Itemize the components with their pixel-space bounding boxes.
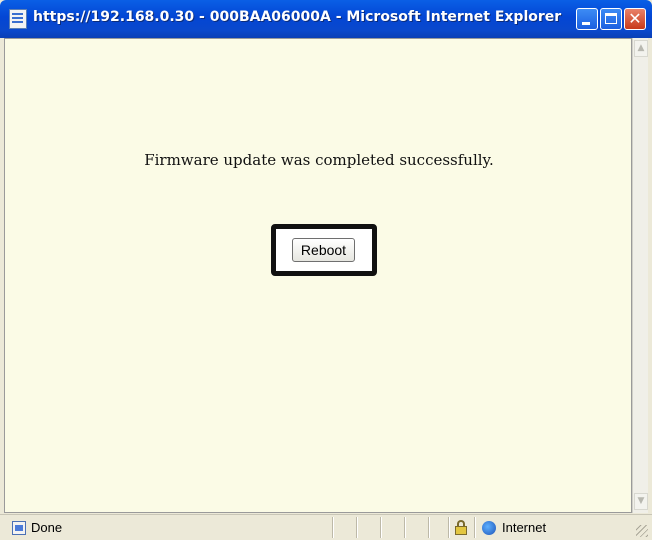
page-content: Firmware update was completed successful…: [4, 38, 632, 513]
status-divider: [332, 517, 333, 538]
security-zone-text: Internet: [502, 520, 547, 535]
status-divider: [474, 517, 475, 538]
status-divider: [428, 517, 429, 538]
close-button[interactable]: ✕: [624, 8, 646, 30]
browser-window: https://192.168.0.30 - 000BAA06000A - Mi…: [0, 0, 652, 540]
page-done-icon: [12, 521, 26, 535]
vertical-scrollbar[interactable]: ▲ ▼: [632, 38, 648, 513]
maximize-button[interactable]: [600, 8, 622, 30]
status-text: Done: [31, 520, 63, 535]
reboot-button[interactable]: Reboot: [292, 238, 355, 262]
ie-page-icon: [9, 9, 27, 29]
status-divider: [356, 517, 357, 538]
lock-icon: [455, 520, 467, 535]
internet-globe-icon: [482, 521, 496, 535]
maximize-icon: [605, 13, 617, 24]
status-message: Firmware update was completed successful…: [144, 151, 494, 169]
status-divider: [404, 517, 405, 538]
status-bar: Done Internet: [0, 514, 652, 540]
scroll-down-icon[interactable]: ▼: [634, 493, 648, 510]
minimize-icon: [582, 22, 590, 25]
window-title: https://192.168.0.30 - 000BAA06000A - Mi…: [33, 9, 562, 25]
title-bar[interactable]: https://192.168.0.30 - 000BAA06000A - Mi…: [0, 0, 652, 38]
minimize-button[interactable]: [576, 8, 598, 30]
scroll-up-icon[interactable]: ▲: [634, 40, 648, 57]
status-divider: [448, 517, 449, 538]
highlight-frame: Reboot: [271, 224, 377, 276]
status-divider: [380, 517, 381, 538]
close-icon: ✕: [628, 9, 642, 28]
resize-grip-icon[interactable]: [636, 525, 648, 537]
